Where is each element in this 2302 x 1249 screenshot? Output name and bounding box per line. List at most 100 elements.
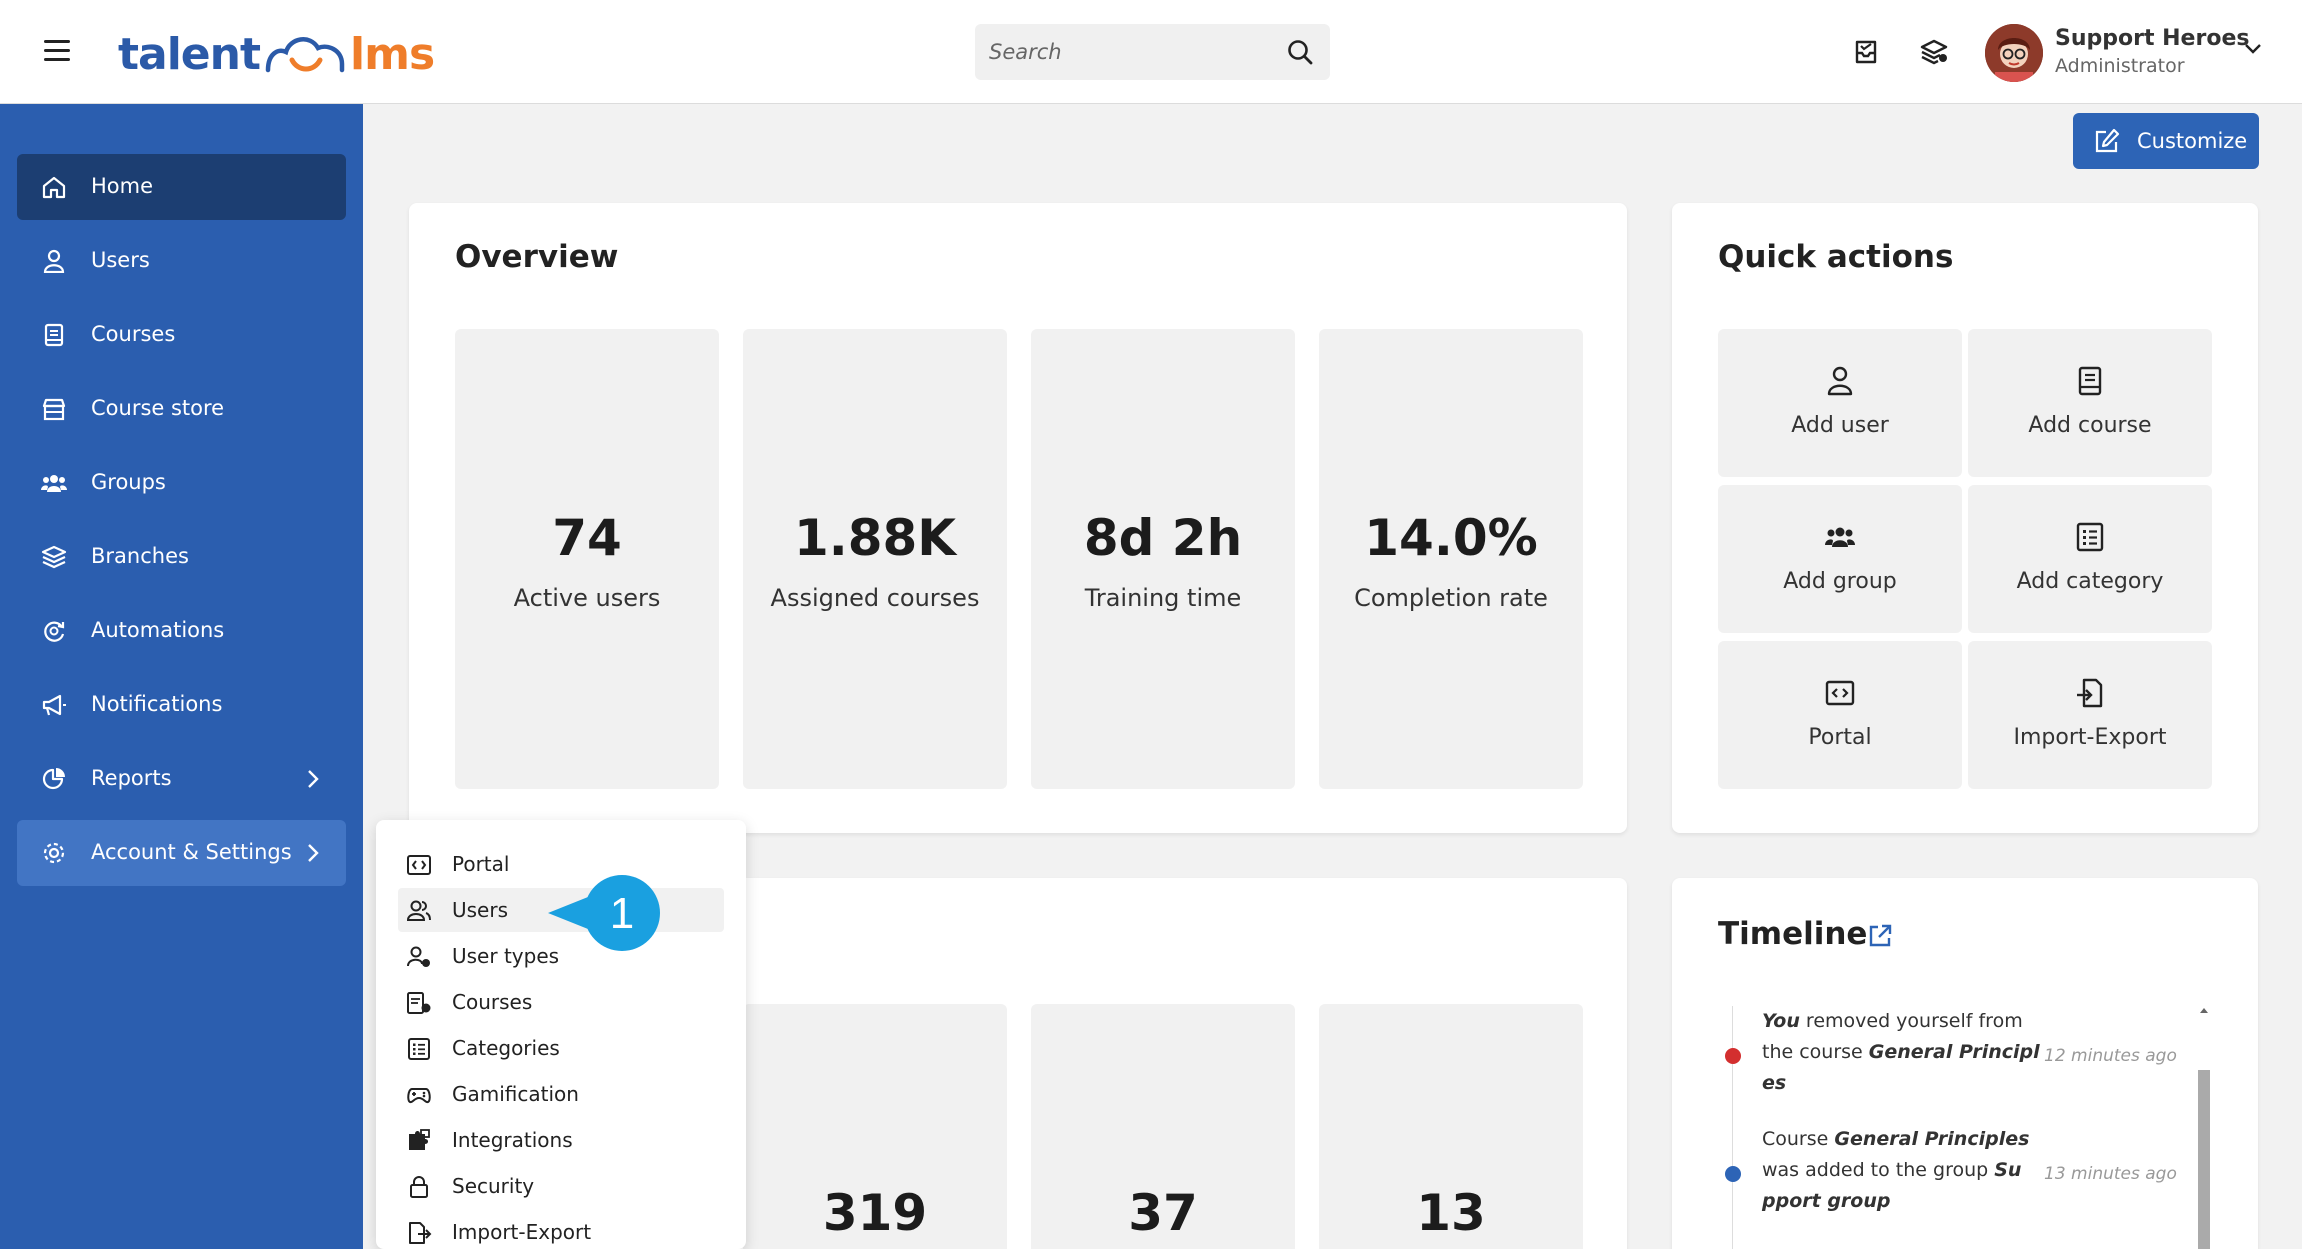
search-input[interactable]: [989, 34, 1259, 70]
add-user-button[interactable]: Add user: [1718, 329, 1962, 477]
list-icon: [408, 1038, 430, 1060]
sidebar-item-course-store[interactable]: Course store: [17, 376, 346, 442]
menu-item-security[interactable]: Security: [398, 1164, 724, 1208]
logo-text-right: lms: [350, 28, 435, 80]
quick-action-label: Portal: [1808, 725, 1872, 750]
gear-icon: [43, 842, 65, 864]
code-icon: [1825, 680, 1855, 706]
scroll-up-icon[interactable]: [2199, 1006, 2209, 1014]
timeline-entry-text: Course General Principles was added to t…: [1762, 1128, 2030, 1212]
gamepad-icon: [407, 1088, 431, 1104]
menu-icon[interactable]: [44, 40, 70, 62]
timeline-title: Timeline: [1718, 916, 1868, 952]
add-course-button[interactable]: Add course: [1968, 329, 2212, 477]
menu-item-label: Courses: [452, 990, 533, 1014]
sidebar-item-users[interactable]: Users: [17, 228, 346, 294]
timeline-actor[interactable]: General Principles: [1834, 1128, 2029, 1150]
stat-training-time[interactable]: 8d 2h Training time: [1031, 329, 1295, 789]
import-export-button[interactable]: Import-Export: [1968, 641, 2212, 789]
stat-value: 74: [552, 509, 622, 567]
sidebar-item-label: Branches: [91, 544, 189, 568]
stat-box[interactable]: 319: [743, 1004, 1007, 1249]
menu-item-courses[interactable]: Courses: [398, 980, 724, 1024]
sidebar-item-label: Groups: [91, 470, 166, 494]
quick-action-label: Add course: [2028, 413, 2152, 438]
search-icon[interactable]: [1286, 38, 1314, 66]
layers-icon[interactable]: [1918, 36, 1950, 68]
customize-button[interactable]: Customize: [2073, 113, 2259, 169]
talentlms-logo[interactable]: talent lms: [118, 24, 435, 84]
stat-label: Training time: [1084, 584, 1242, 612]
stat-label: Completion rate: [1354, 584, 1548, 612]
inbox-icon[interactable]: [1850, 36, 1882, 68]
sidebar: Home Users Courses Course store Groups B…: [0, 104, 363, 1249]
edit-icon: [2095, 128, 2120, 153]
menu-item-integrations[interactable]: Integrations: [398, 1118, 724, 1162]
sidebar-item-courses[interactable]: Courses: [17, 302, 346, 368]
user-profile-menu[interactable]: Support Heroes Administrator: [1985, 22, 2265, 84]
sidebar-item-groups[interactable]: Groups: [17, 450, 346, 516]
sidebar-item-account-settings[interactable]: Account & Settings: [17, 820, 346, 886]
user-role: Administrator: [2055, 55, 2185, 77]
stat-assigned-courses[interactable]: 1.88K Assigned courses: [743, 329, 1007, 789]
groups-icon: [41, 475, 67, 492]
stat-value: 14.0%: [1364, 509, 1538, 567]
sidebar-item-label: Notifications: [91, 692, 223, 716]
code-icon: [407, 855, 431, 875]
overview-title: Overview: [455, 239, 619, 275]
sidebar-item-branches[interactable]: Branches: [17, 524, 346, 590]
sidebar-item-home[interactable]: Home: [17, 154, 346, 220]
menu-item-label: Import-Export: [452, 1220, 592, 1244]
sidebar-item-reports[interactable]: Reports: [17, 746, 346, 812]
quick-actions-card: Quick actions Add user Add course Add gr…: [1672, 203, 2258, 833]
timeline-entry-text: You removed yourself from the course Gen…: [1762, 1010, 2040, 1094]
sidebar-item-label: Home: [91, 174, 154, 198]
menu-item-label: Categories: [452, 1036, 560, 1060]
add-group-button[interactable]: Add group: [1718, 485, 1962, 633]
automation-icon: [44, 621, 65, 642]
stat-value: 13: [1416, 1184, 1486, 1242]
megaphone-icon: [42, 694, 66, 716]
menu-item-label: User types: [452, 944, 560, 968]
menu-item-import-export[interactable]: Import-Export: [398, 1210, 724, 1249]
book-icon: [2078, 366, 2102, 396]
external-link-icon[interactable]: [1866, 922, 1894, 950]
book-icon: [44, 323, 64, 347]
user-name: Support Heroes: [2055, 26, 2250, 51]
timeline-actor[interactable]: You: [1762, 1010, 1800, 1032]
sidebar-item-label: Account & Settings: [91, 840, 292, 864]
avatar: [1985, 24, 2043, 82]
sidebar-item-automations[interactable]: Automations: [17, 598, 346, 664]
menu-item-label: Portal: [452, 852, 510, 876]
lock-icon: [410, 1176, 428, 1198]
logo-text-left: talent: [118, 28, 261, 80]
sidebar-item-label: Courses: [91, 322, 176, 346]
stat-value: 37: [1128, 1184, 1198, 1242]
add-category-button[interactable]: Add category: [1968, 485, 2212, 633]
pie-chart-icon: [42, 768, 65, 790]
menu-item-label: Gamification: [452, 1082, 579, 1106]
chevron-right-icon: [308, 844, 319, 862]
quick-actions-title: Quick actions: [1718, 239, 1954, 275]
chevron-down-icon[interactable]: [2243, 42, 2263, 56]
menu-item-label: Integrations: [452, 1128, 573, 1152]
course-settings-icon: [407, 992, 431, 1014]
timeline-time: 12 minutes ago: [2044, 1046, 2177, 1066]
menu-item-categories[interactable]: Categories: [398, 1026, 724, 1070]
stat-active-users[interactable]: 74 Active users: [455, 329, 719, 789]
stat-box[interactable]: 37: [1031, 1004, 1295, 1249]
quick-action-label: Add category: [2016, 569, 2164, 594]
step-callout-badge: 1: [548, 875, 660, 951]
sidebar-item-notifications[interactable]: Notifications: [17, 672, 346, 738]
timeline-list: You removed yourself from the course Gen…: [1718, 1006, 2216, 1249]
scrollbar-thumb[interactable]: [2198, 1070, 2210, 1249]
timeline-time: 13 minutes ago: [2044, 1164, 2177, 1184]
timeline-scrollbar[interactable]: [2196, 1006, 2210, 1249]
overview-card: Overview 74 Active users 1.88K Assigned …: [409, 203, 1627, 833]
stat-completion-rate[interactable]: 14.0% Completion rate: [1319, 329, 1583, 789]
layers-icon: [41, 545, 67, 569]
portal-button[interactable]: Portal: [1718, 641, 1962, 789]
menu-item-gamification[interactable]: Gamification: [398, 1072, 724, 1116]
import-export-icon: [409, 1222, 432, 1244]
stat-box[interactable]: 13: [1319, 1004, 1583, 1249]
